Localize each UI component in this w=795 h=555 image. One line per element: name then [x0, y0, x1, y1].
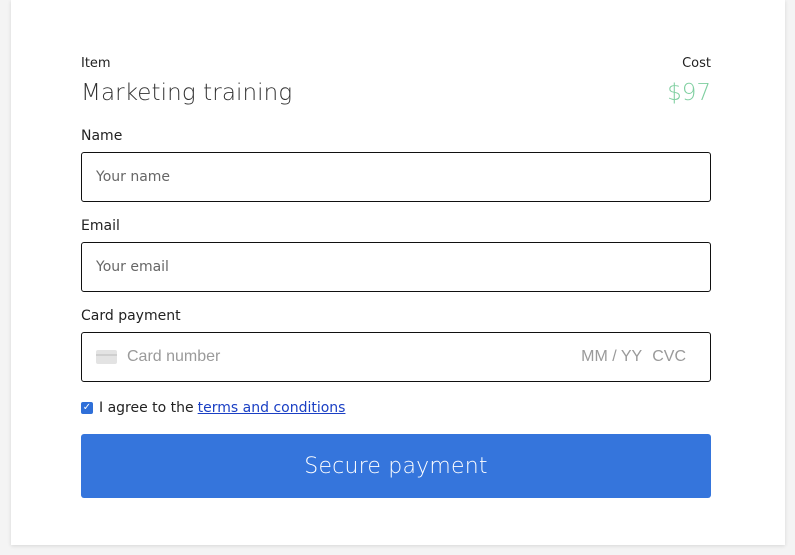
- card-payment-field[interactable]: Card number MM / YY CVC: [81, 332, 711, 382]
- email-placeholder: Your email: [96, 259, 169, 275]
- email-field[interactable]: Your email: [81, 242, 711, 292]
- checkout-card: Item Cost Marketing training $97 Name Yo…: [11, 0, 785, 545]
- product-price: $97: [667, 80, 711, 106]
- email-label: Email: [81, 218, 120, 234]
- credit-card-icon: [96, 350, 117, 364]
- card-payment-label: Card payment: [81, 308, 181, 324]
- agree-checkbox[interactable]: ✓: [81, 402, 93, 414]
- product-name: Marketing training: [81, 80, 293, 106]
- secure-payment-button[interactable]: Secure payment: [81, 434, 711, 498]
- name-label: Name: [81, 128, 123, 144]
- card-cvc-placeholder[interactable]: CVC: [652, 348, 686, 366]
- name-field[interactable]: Your name: [81, 152, 711, 202]
- card-expiry-cvc: MM / YY CVC: [581, 348, 686, 366]
- terms-agreement: ✓ I agree to the terms and conditions: [81, 400, 345, 416]
- card-number-placeholder: Card number: [127, 348, 221, 365]
- agree-text: I agree to the: [99, 400, 194, 416]
- checkmark-icon: ✓: [82, 402, 92, 413]
- item-header-label: Item: [81, 56, 111, 71]
- name-placeholder: Your name: [96, 169, 171, 185]
- product-row: Marketing training $97: [81, 80, 711, 106]
- cost-header-label: Cost: [682, 56, 711, 71]
- header-labels: Item Cost: [81, 56, 711, 71]
- terms-link[interactable]: terms and conditions: [198, 400, 346, 416]
- card-expiry-placeholder[interactable]: MM / YY: [581, 348, 642, 366]
